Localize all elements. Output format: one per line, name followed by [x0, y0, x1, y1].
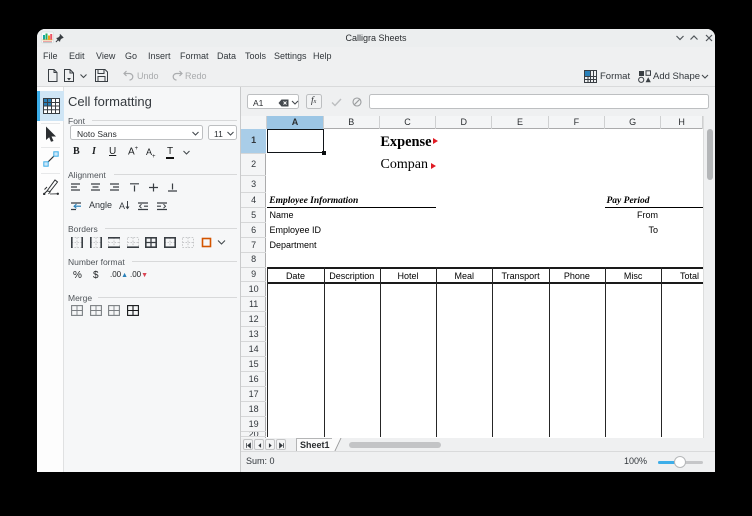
svg-text:A: A: [119, 201, 125, 211]
